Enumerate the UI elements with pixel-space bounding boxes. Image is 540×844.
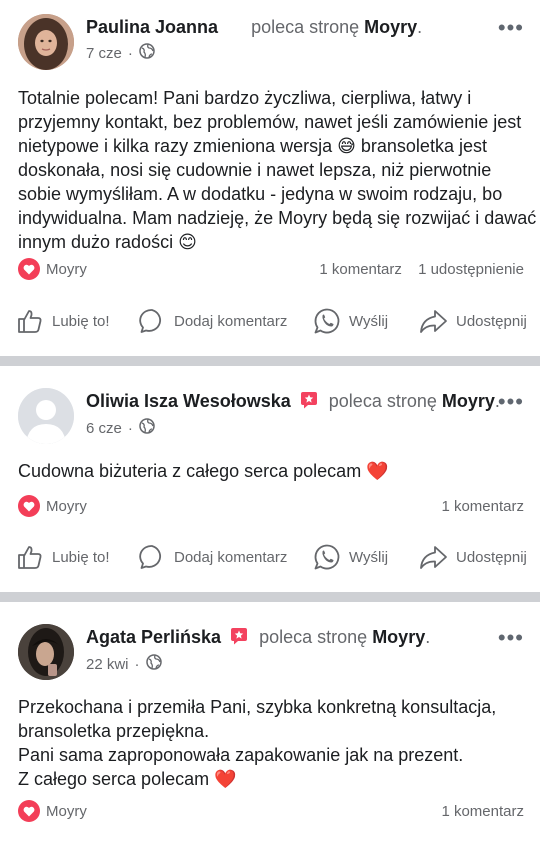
post-text-line: innym dużo radości 😊	[18, 232, 197, 252]
engagement-counts: 1 komentarz	[441, 498, 524, 515]
reactions-summary[interactable]: Moyry	[18, 258, 87, 280]
post-2: Oliwia Isza Wesołowska poleca stronę Moy…	[0, 366, 540, 592]
comments-count[interactable]: 1 komentarz	[319, 261, 402, 278]
post-text-line: Z całego serca polecam ❤️	[18, 769, 237, 789]
recommends-text: poleca stronę	[328, 391, 437, 411]
comment-button[interactable]: Dodaj komentarz	[138, 543, 287, 571]
post-text: Totalnie polecam! Pani bardzo życzliwa, …	[18, 86, 537, 254]
share-icon	[420, 546, 447, 569]
comment-label: Dodaj komentarz	[174, 548, 288, 566]
recommends-text: poleca stronę	[259, 627, 368, 647]
post-text-line: bransoletka przepiękna.	[18, 721, 210, 741]
author-name[interactable]: Oliwia Isza Wesołowska	[86, 391, 291, 411]
comments-count[interactable]: 1 komentarz	[441, 803, 524, 820]
comment-button[interactable]: Dodaj komentarz	[138, 307, 287, 335]
page-link[interactable]: Moyry	[364, 17, 417, 37]
post-meta: 6 cze ·	[86, 418, 155, 438]
comment-icon	[139, 309, 162, 333]
post-time[interactable]: 7 cze	[86, 45, 122, 62]
reaction-label: Moyry	[46, 802, 87, 820]
post-meta: 22 kwi ·	[86, 654, 162, 674]
heart-icon	[18, 800, 40, 822]
engagement-counts: 1 komentarz	[441, 803, 524, 820]
comments-count[interactable]: 1 komentarz	[441, 498, 524, 515]
reaction-label: Moyry	[46, 260, 87, 278]
action-bar: Lubię to! Dodaj komentarz Wyślij Udostęp…	[0, 305, 540, 341]
avatar-image	[18, 624, 74, 680]
post-time[interactable]: 22 kwi	[86, 656, 129, 673]
recommend-badge-icon	[300, 391, 318, 414]
heart-icon	[18, 495, 40, 517]
post-text-line: Totalnie polecam! Pani bardzo życzliwa, …	[18, 88, 472, 108]
share-button[interactable]: Udostępnij	[418, 543, 527, 571]
avatar[interactable]	[18, 14, 74, 70]
post-text-line: sobie wymyśliłam. A w dodatku - jedyna w…	[18, 184, 503, 204]
like-button[interactable]: Lubię to!	[16, 307, 110, 335]
post-1: Paulina Joanna poleca stronę Moyry. 7 cz…	[0, 0, 540, 356]
post-separator	[0, 356, 540, 366]
like-label: Lubię to!	[52, 312, 110, 330]
send-label: Wyślij	[349, 548, 389, 566]
like-icon	[18, 546, 42, 569]
more-icon[interactable]: •••	[498, 17, 524, 39]
post-text-line: Przekochana i przemiła Pani, szybka konk…	[18, 697, 497, 717]
whatsapp-icon	[314, 544, 340, 570]
engagement-counts: 1 komentarz 1 udostępnienie	[319, 261, 524, 278]
post-meta: 7 cze ·	[86, 43, 155, 63]
globe-icon	[145, 654, 162, 674]
comment-label: Dodaj komentarz	[174, 312, 288, 330]
post-time[interactable]: 6 cze	[86, 420, 122, 437]
reactions-summary[interactable]: Moyry	[18, 800, 87, 822]
post-text-line: Pani sama zaproponowała zapakowanie jak …	[18, 745, 464, 765]
like-icon	[18, 310, 42, 333]
share-label: Udostępnij	[456, 548, 527, 566]
post-text-line: przyjemny kontakt, bez problemów, nawet …	[18, 112, 522, 132]
post-text: Cudowna biżuteria z całego serca polecam…	[18, 459, 524, 483]
meta-dot: ·	[127, 44, 133, 62]
post-header: Paulina Joanna poleca stronę Moyry.	[86, 17, 423, 37]
send-button[interactable]: Wyślij	[313, 307, 388, 335]
post-3: Agata Perlińska poleca stronę Moyry. 22 …	[0, 602, 540, 844]
avatar[interactable]	[18, 388, 74, 444]
whatsapp-icon	[314, 308, 340, 334]
more-icon[interactable]: •••	[498, 391, 524, 413]
post-text: Przekochana i przemiła Pani, szybka konk…	[18, 695, 524, 791]
share-icon	[420, 310, 447, 333]
author-name[interactable]: Agata Perlińska	[86, 627, 221, 647]
globe-icon	[139, 418, 155, 438]
meta-dot: ·	[134, 655, 140, 673]
avatar[interactable]	[18, 624, 74, 680]
recommend-badge-icon	[230, 627, 248, 650]
like-label: Lubię to!	[52, 548, 110, 566]
meta-dot: ·	[127, 419, 133, 437]
send-label: Wyślij	[349, 312, 389, 330]
more-icon[interactable]: •••	[498, 627, 524, 649]
like-button[interactable]: Lubię to!	[16, 543, 110, 571]
comment-icon	[139, 545, 162, 569]
post-header: Oliwia Isza Wesołowska poleca stronę Moy…	[86, 391, 500, 414]
page-link[interactable]: Moyry	[442, 391, 495, 411]
reaction-label: Moyry	[46, 497, 87, 515]
post-text-line: nietypowe i kilka razy zmieniona wersja …	[18, 136, 487, 156]
avatar-image	[18, 14, 74, 70]
author-name[interactable]: Paulina Joanna	[86, 17, 218, 37]
recommends-text: poleca stronę	[251, 17, 360, 37]
share-button[interactable]: Udostępnij	[418, 307, 527, 335]
shares-count[interactable]: 1 udostępnienie	[418, 261, 524, 278]
page-link[interactable]: Moyry	[372, 627, 425, 647]
share-label: Udostępnij	[456, 312, 527, 330]
send-button[interactable]: Wyślij	[313, 543, 388, 571]
action-bar: Lubię to! Dodaj komentarz Wyślij Udostęp…	[0, 541, 540, 577]
heart-icon	[18, 258, 40, 280]
post-text-line: indywidualna. Mam nadzieję, że Moyry będ…	[18, 208, 537, 228]
reactions-summary[interactable]: Moyry	[18, 495, 87, 517]
default-avatar-icon	[18, 388, 74, 444]
post-text-line: doskonała, nosi się cudownie i nawet lep…	[18, 160, 492, 180]
globe-icon	[139, 43, 155, 63]
post-separator	[0, 592, 540, 602]
post-header: Agata Perlińska poleca stronę Moyry.	[86, 627, 430, 650]
post-text-line: Cudowna biżuteria z całego serca polecam…	[18, 461, 389, 481]
